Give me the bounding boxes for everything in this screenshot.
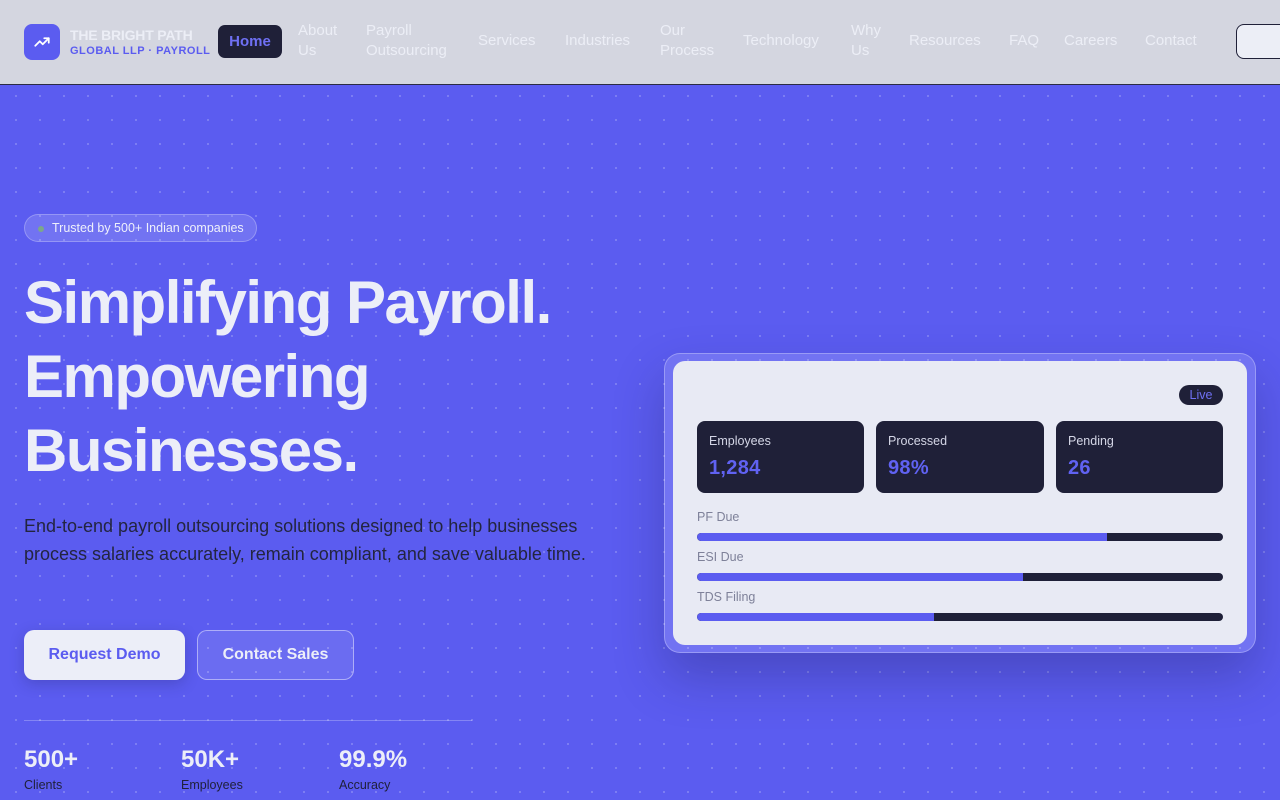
progress-bar-tds-filing <box>697 613 1223 621</box>
nav-item-label: Why <box>851 22 881 39</box>
nav-item-industries[interactable]: Industries <box>565 31 630 51</box>
metric-label: Processed <box>888 434 948 448</box>
progress-label-esi-due: ESI Due <box>697 550 744 564</box>
nav-item-resources[interactable]: Resources <box>909 31 981 51</box>
stats-divider <box>24 720 472 721</box>
nav-item-label: Our <box>660 22 686 39</box>
nav-item-services[interactable]: Services <box>478 31 536 51</box>
stat-clients: 500+ Clients <box>24 745 78 794</box>
metric-card-processed: Processed 98% <box>876 421 1044 493</box>
hero-title: Simplifying Payroll. Empowering Business… <box>24 266 644 488</box>
trending-up-icon <box>34 37 50 47</box>
nav-item-faq[interactable]: FAQ <box>1009 31 1039 51</box>
progress-bar-fill <box>697 573 1024 581</box>
contact-sales-button[interactable]: Contact Sales <box>197 630 354 680</box>
logo-badge[interactable] <box>24 24 60 60</box>
nav-item-label: Outsourcing <box>366 42 447 59</box>
metric-card-employees: Employees 1,284 <box>697 421 864 493</box>
hero-description: End-to-end payroll outsourcing solutions… <box>24 516 586 564</box>
hero-title-line: Empowering <box>24 343 371 410</box>
nav-item-about-us[interactable]: About Us <box>298 21 337 61</box>
hero-title-line: Businesses. <box>24 417 359 484</box>
nav-item-our-process[interactable]: Our Process <box>660 21 714 61</box>
progress-label-tds-filing: TDS Filing <box>697 590 756 604</box>
progress-bar-fill <box>697 613 934 621</box>
stat-label: Clients <box>24 778 63 792</box>
stat-label: Accuracy <box>339 778 391 792</box>
metric-value: 98% <box>888 457 929 479</box>
nav-item-label: About <box>298 22 338 39</box>
trust-badge: Trusted by 500+ Indian companies <box>24 214 257 242</box>
hero-title-line: Simplifying Payroll. <box>24 269 552 336</box>
stat-accuracy: 99.9% Accuracy <box>339 745 407 794</box>
stat-employees: 50K+ Employees <box>181 745 243 794</box>
brand-subtitle: GLOBAL LLP · PAYROLL <box>70 45 211 57</box>
stat-value: 500+ <box>24 746 79 773</box>
stat-value: 99.9% <box>339 746 408 773</box>
nav-item-payroll-outsourcing[interactable]: Payroll Outsourcing <box>366 21 447 61</box>
nav-item-technology[interactable]: Technology <box>743 31 819 51</box>
trust-badge-text: Trusted by 500+ Indian companies <box>52 221 244 235</box>
dashboard-preview-card <box>673 361 1247 645</box>
nav-item-label: Us <box>298 42 317 59</box>
metric-value: 26 <box>1068 457 1091 479</box>
nav-item-careers[interactable]: Careers <box>1064 31 1117 51</box>
nav-item-label: Us <box>851 42 870 59</box>
nav-item-label: Process <box>660 42 715 59</box>
brand-name[interactable]: THE BRIGHT PATH <box>70 27 193 43</box>
request-demo-button[interactable]: Request Demo <box>24 630 185 680</box>
progress-bar-fill <box>697 533 1108 541</box>
metric-label: Employees <box>709 434 771 448</box>
nav-cta-button[interactable] <box>1236 24 1280 59</box>
nav-item-label: Payroll <box>366 22 412 39</box>
nav-item-home[interactable]: Home <box>218 25 282 58</box>
progress-bar-pf-due <box>697 533 1223 541</box>
metric-card-pending: Pending 26 <box>1056 421 1223 493</box>
progress-bar-esi-due <box>697 573 1223 581</box>
nav-item-contact[interactable]: Contact <box>1145 31 1197 51</box>
status-dot-icon <box>38 226 44 232</box>
live-status-badge: Live <box>1179 385 1223 405</box>
metric-value: 1,284 <box>709 457 761 479</box>
stat-value: 50K+ <box>181 746 240 773</box>
site-header: THE BRIGHT PATH GLOBAL LLP · PAYROLL Hom… <box>0 0 1280 85</box>
progress-label-pf-due: PF Due <box>697 510 740 524</box>
stat-label: Employees <box>181 778 243 792</box>
nav-item-why-us[interactable]: Why Us <box>851 21 881 61</box>
metric-label: Pending <box>1068 434 1114 448</box>
